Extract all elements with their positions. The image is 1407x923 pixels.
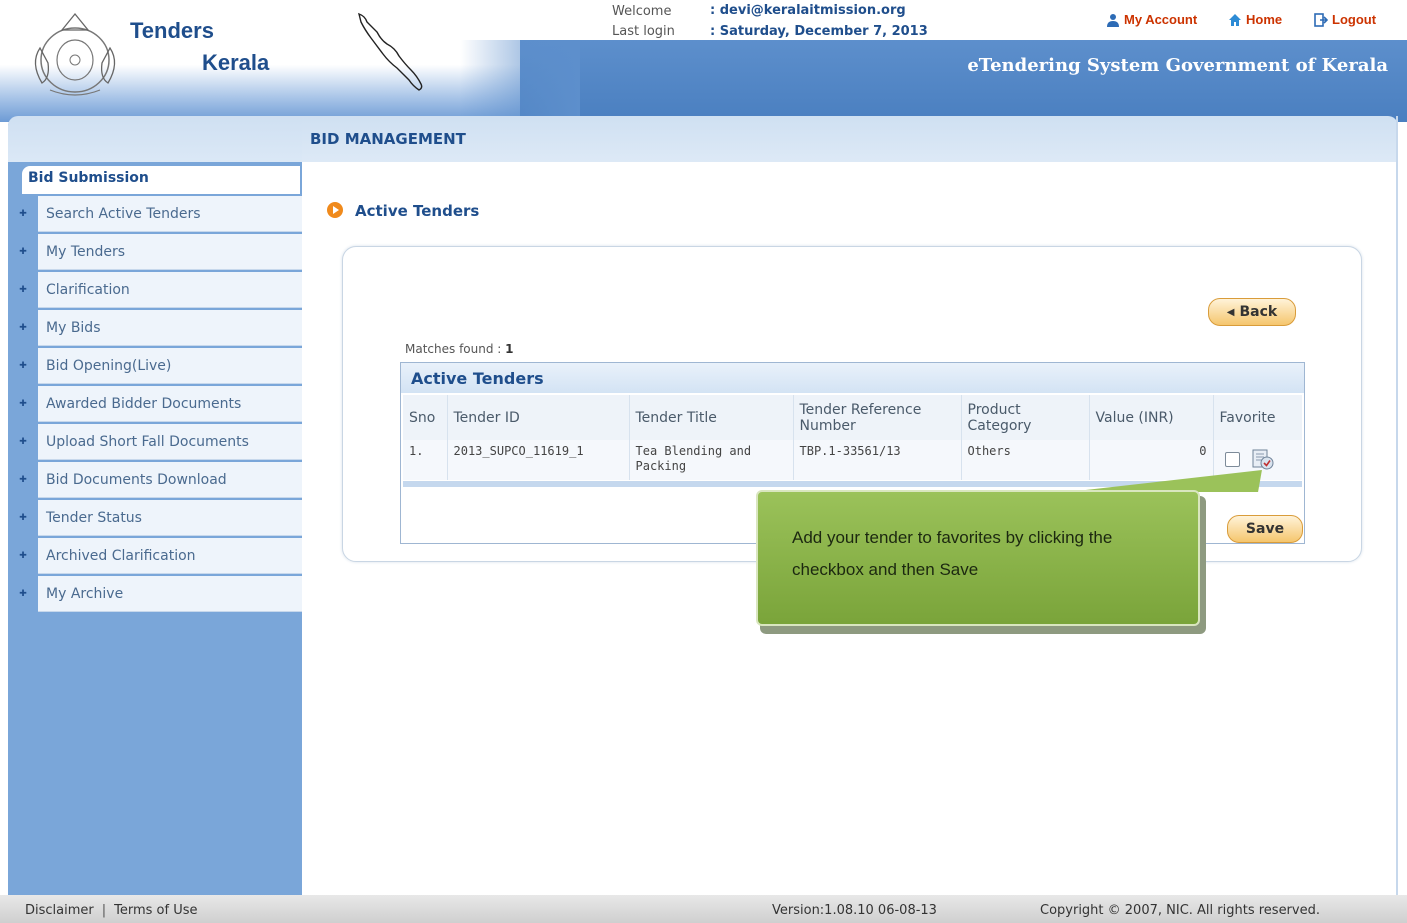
- my-account-link[interactable]: My Account: [1106, 12, 1197, 27]
- header: Tenders Kerala Welcome : devi@keralaitmi…: [0, 0, 1407, 122]
- my-account-label: My Account: [1124, 12, 1198, 27]
- bullet-arrow-icon: ✚: [19, 399, 27, 409]
- back-button-label: Back: [1239, 304, 1278, 320]
- sidebar-item-my-tenders[interactable]: ✚ My Tenders: [8, 234, 302, 272]
- bullet-arrow-icon: ✚: [19, 361, 27, 371]
- last-login-label: Last login: [612, 24, 675, 39]
- bullet-arrow-icon: ✚: [19, 247, 27, 257]
- logout-icon: [1314, 12, 1328, 27]
- column-header-sno: Sno: [403, 395, 448, 440]
- home-link[interactable]: Home: [1228, 12, 1282, 27]
- save-button[interactable]: Save: [1227, 515, 1303, 543]
- sidebar-item-label: Tender Status: [38, 500, 302, 536]
- column-header-tender-id: Tender ID: [447, 395, 630, 440]
- matches-found-count: 1: [505, 342, 514, 356]
- page-title: BID MANAGEMENT: [310, 130, 466, 148]
- sidebar-item-label: Upload Short Fall Documents: [38, 424, 302, 460]
- system-title: eTendering System Government of Kerala: [967, 55, 1388, 76]
- footer-separator: |: [101, 903, 107, 918]
- save-button-label: Save: [1245, 521, 1285, 537]
- cell-tender-title: Tea Blending and Packing: [629, 440, 794, 480]
- sidebar-item-label: Bid Documents Download: [38, 462, 302, 498]
- sidebar-item-bid-opening-live[interactable]: ✚ Bid Opening(Live): [8, 348, 302, 386]
- bullet-arrow-icon: ✚: [19, 437, 27, 447]
- kerala-emblem-icon: [34, 12, 116, 96]
- bullet-arrow-icon: ✚: [19, 209, 27, 219]
- tenders-grid: Sno Tender ID Tender Title Tender Refere…: [403, 395, 1302, 480]
- cell-reference: TBP.1-33561/13: [793, 440, 962, 480]
- sidebar-item-my-archive[interactable]: ✚ My Archive: [8, 576, 302, 614]
- user-icon: [1107, 13, 1119, 27]
- bullet-arrow-icon: ✚: [19, 475, 27, 485]
- sidebar-item-label: My Archive: [38, 576, 302, 612]
- footer-links: Disclaimer | Terms of Use: [25, 903, 198, 918]
- content-header: [302, 116, 1398, 162]
- column-header-tender-title: Tender Title: [629, 395, 794, 440]
- sidebar-header: [8, 116, 302, 162]
- sidebar-item-search-active-tenders[interactable]: ✚ Search Active Tenders: [8, 196, 302, 234]
- column-header-reference: Tender Reference Number: [793, 395, 962, 440]
- terms-of-use-link[interactable]: Terms of Use: [114, 903, 197, 918]
- back-button[interactable]: ◀ Back: [1208, 298, 1296, 326]
- column-header-category: Product Category: [961, 395, 1090, 440]
- brand-title-tenders: Tenders: [130, 18, 214, 43]
- sidebar-item-label: Archived Clarification: [38, 538, 302, 574]
- callout-text: Add your tender to favorites by clicking…: [792, 528, 1113, 579]
- table-caption: Active Tenders: [401, 363, 1304, 393]
- bullet-arrow-icon: ✚: [19, 551, 27, 561]
- sidebar-heading: Bid Submission: [22, 166, 300, 194]
- footer: Disclaimer | Terms of Use Version:1.08.1…: [0, 895, 1407, 923]
- favorite-checkbox[interactable]: [1225, 452, 1240, 467]
- bullet-arrow-icon: ✚: [19, 513, 27, 523]
- sidebar-menu: ✚ Search Active Tenders ✚ My Tenders ✚ Clar…: [8, 196, 302, 614]
- bullet-arrow-icon: ✚: [19, 323, 27, 333]
- logout-link[interactable]: Logout: [1314, 12, 1376, 27]
- matches-found: Matches found : 1: [405, 342, 514, 356]
- last-login-value: : Saturday, December 7, 2013: [710, 24, 928, 39]
- sidebar-item-label: Awarded Bidder Documents: [38, 386, 302, 422]
- sidebar-item-my-bids[interactable]: ✚ My Bids: [8, 310, 302, 348]
- sidebar-item-label: Clarification: [38, 272, 302, 308]
- sidebar-item-archived-clarification[interactable]: ✚ Archived Clarification: [8, 538, 302, 576]
- sidebar-item-upload-short-fall-documents[interactable]: ✚ Upload Short Fall Documents: [8, 424, 302, 462]
- section-title: Active Tenders: [355, 202, 480, 220]
- sidebar-item-awarded-bidder-documents[interactable]: ✚ Awarded Bidder Documents: [8, 386, 302, 424]
- favorite-document-icon[interactable]: [1250, 448, 1275, 471]
- cell-category: Others: [961, 440, 1090, 480]
- content-border: [1396, 116, 1398, 895]
- sidebar-item-clarification[interactable]: ✚ Clarification: [8, 272, 302, 310]
- header-band: [460, 40, 1407, 122]
- copyright-text: Copyright © 2007, NIC. All rights reserv…: [1040, 903, 1320, 918]
- sidebar-item-bid-documents-download[interactable]: ✚ Bid Documents Download: [8, 462, 302, 500]
- logout-label: Logout: [1332, 12, 1377, 27]
- column-header-favorite: Favorite: [1213, 395, 1302, 440]
- disclaimer-link[interactable]: Disclaimer: [25, 903, 94, 918]
- bullet-arrow-icon: ✚: [19, 285, 27, 295]
- sidebar-item-label: Search Active Tenders: [38, 196, 302, 232]
- column-header-value: Value (INR): [1089, 395, 1214, 440]
- cell-sno: 1.: [403, 440, 448, 480]
- home-label: Home: [1246, 12, 1283, 27]
- cell-tender-id: 2013_SUPCO_11619_1: [447, 440, 630, 480]
- matches-found-label: Matches found :: [405, 342, 502, 356]
- kerala-map-icon: [358, 12, 423, 91]
- welcome-label: Welcome: [612, 4, 672, 19]
- table-header-row: Sno Tender ID Tender Title Tender Refere…: [403, 395, 1302, 440]
- orange-arrow-bullet-icon: [327, 202, 343, 218]
- callout-pointer: [1068, 470, 1262, 492]
- sidebar-item-label: Bid Opening(Live): [38, 348, 302, 384]
- sidebar-item-label: My Tenders: [38, 234, 302, 270]
- sidebar-item-label: My Bids: [38, 310, 302, 346]
- brand-title-kerala: Kerala: [202, 50, 270, 75]
- back-arrow-icon: ◀: [1226, 306, 1235, 318]
- welcome-email: : devi@keralaitmission.org: [710, 3, 906, 18]
- version-info: Version:1.08.10 06-08-13: [772, 903, 937, 918]
- sidebar-item-tender-status[interactable]: ✚ Tender Status: [8, 500, 302, 538]
- home-icon: [1229, 13, 1241, 26]
- bullet-arrow-icon: ✚: [19, 589, 27, 599]
